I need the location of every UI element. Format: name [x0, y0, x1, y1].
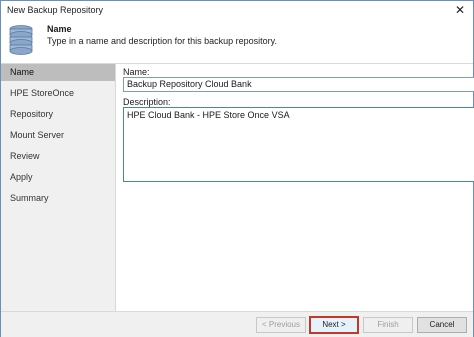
previous-button[interactable]: < Previous	[256, 317, 306, 333]
cancel-button[interactable]: Cancel	[417, 317, 467, 333]
sidebar-item-name[interactable]: Name	[1, 64, 115, 81]
wizard-steps-sidebar: Name HPE StoreOnce Repository Mount Serv…	[1, 64, 116, 336]
wizard-header: Name Type in a name and description for …	[1, 19, 473, 64]
description-textarea[interactable]: HPE Cloud Bank - HPE Store Once VSA	[123, 107, 474, 182]
sidebar-item-apply[interactable]: Apply	[1, 169, 115, 186]
sidebar-item-hpe-storeonce[interactable]: HPE StoreOnce	[1, 85, 115, 102]
finish-button[interactable]: Finish	[363, 317, 413, 333]
dialog-window: New Backup Repository ✕ Name Type in a n…	[0, 0, 474, 337]
sidebar-item-repository[interactable]: Repository	[1, 106, 115, 123]
step-title: Name	[47, 24, 72, 34]
next-button[interactable]: Next >	[309, 316, 359, 334]
sidebar-item-review[interactable]: Review	[1, 148, 115, 165]
title-bar: New Backup Repository ✕	[1, 1, 473, 19]
wizard-footer: < Previous Next > Finish Cancel	[1, 311, 473, 337]
sidebar-item-mount-server[interactable]: Mount Server	[1, 127, 115, 144]
description-label: Description:	[123, 97, 171, 107]
window-title: New Backup Repository	[7, 5, 104, 15]
name-label: Name:	[123, 67, 150, 77]
sidebar-item-summary[interactable]: Summary	[1, 190, 115, 207]
name-input[interactable]: Backup Repository Cloud Bank	[123, 77, 474, 92]
step-description: Type in a name and description for this …	[47, 36, 277, 46]
form-area: Name: Backup Repository Cloud Bank Descr…	[116, 64, 474, 311]
database-icon	[9, 25, 33, 55]
close-icon[interactable]: ✕	[453, 3, 467, 17]
